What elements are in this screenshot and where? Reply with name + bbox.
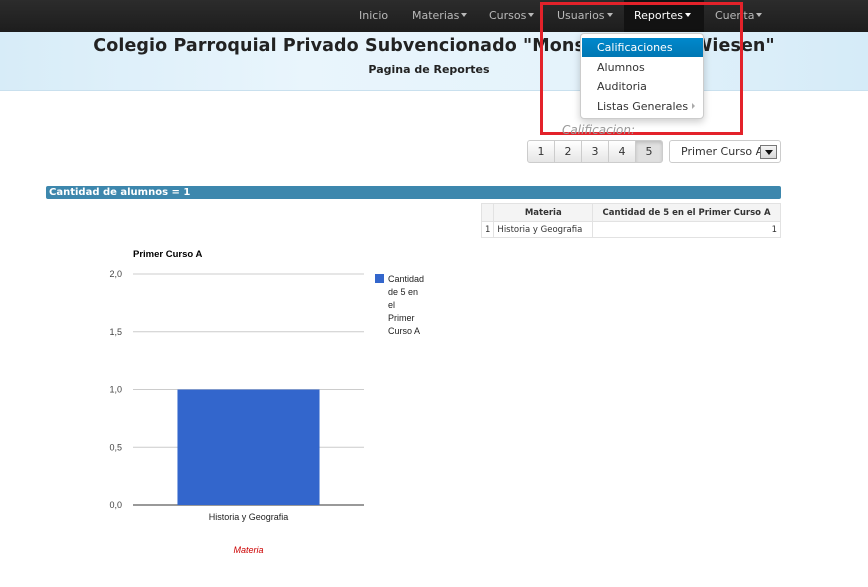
bar [177,389,320,505]
row-cantidad: 1 [592,221,781,238]
column-header-materia: Materia [493,203,594,222]
grade-button-3[interactable]: 3 [581,140,609,163]
x-axis-label: Materia [233,545,263,555]
chart-svg: Primer Curso A 0,0 0,5 1,0 1,5 2,0 Historia y … [109,249,424,555]
chevron-down-icon [684,13,691,17]
legend-label: Cantidad [388,274,424,284]
table-row: 1 Historia y Geografia 1 [480,221,781,238]
nav-materias[interactable]: Materias [402,0,477,32]
y-tick-label: 0,0 [109,500,122,510]
chevron-down-icon [756,13,763,17]
column-header-index [480,203,495,222]
y-tick-label: 0,5 [109,442,122,452]
nav-usuarios[interactable]: Usuarios [547,0,623,32]
nav-cuenta[interactable]: Cuenta [705,0,772,32]
y-tick-label: 1,5 [109,327,122,337]
course-select[interactable]: Primer Curso A [669,140,781,163]
school-title: Colegio Parroquial Privado Subvencionado… [0,36,868,56]
menu-item-auditoria[interactable]: Auditoria [582,77,703,96]
menu-item-calificaciones[interactable]: Calificaciones [582,38,703,57]
school-title-end: Wiesen" [692,36,775,56]
results-table: Materia Cantidad de 5 en el Primer Curso… [480,203,781,238]
y-tick-label: 2,0 [109,269,122,279]
menu-item-alumnos[interactable]: Alumnos [582,58,703,77]
chevron-down-icon [528,13,535,17]
chart-title: Primer Curso A [133,249,202,260]
chevron-right-icon [692,103,695,109]
nav-cursos-label: Cursos [489,9,527,22]
course-select-value: Primer Curso A [681,145,764,158]
chevron-down-icon [606,13,613,17]
nav-materias-label: Materias [412,9,460,22]
legend-label: el [388,300,395,310]
grade-button-5[interactable]: 5 [635,140,663,163]
menu-item-label: Auditoria [597,80,647,93]
chevron-down-icon[interactable] [760,145,777,159]
nav-reportes[interactable]: Reportes [624,0,704,32]
reportes-dropdown-menu: Calificaciones Alumnos Auditoria Listas … [580,33,704,119]
nav-cuenta-label: Cuenta [715,9,755,22]
calificacion-label: Calificacion: [562,123,636,137]
nav-inicio-label: Inicio [359,9,389,22]
table-header-row: Materia Cantidad de 5 en el Primer Curso… [480,203,781,222]
grade-button-2[interactable]: 2 [554,140,582,163]
school-title-start: Colegio Parroquial Privado Subvencionado… [93,36,585,56]
grade-button-4[interactable]: 4 [608,140,636,163]
column-header-cantidad: Cantidad de 5 en el Primer Curso A [592,203,781,222]
y-tick-label: 1,0 [109,385,122,395]
x-tick-label: Historia y Geografia [209,512,289,522]
chevron-down-icon [461,13,468,17]
menu-item-label: Calificaciones [597,41,673,54]
bar-chart: Primer Curso A 0,0 0,5 1,0 1,5 2,0 Historia y … [100,244,470,564]
legend-label: de 5 en [388,287,418,297]
nav-cursos[interactable]: Cursos [479,0,544,32]
menu-item-listas-generales[interactable]: Listas Generales [582,97,703,116]
nav-reportes-label: Reportes [634,9,683,22]
top-navbar: Inicio Materias Cursos Usuarios Reportes… [0,0,868,32]
page-subtitle: Pagina de Reportes [368,63,490,76]
student-count-bar: Cantidad de alumnos = 1 [46,186,781,199]
row-materia: Historia y Geografia [493,221,594,238]
menu-item-label: Listas Generales [597,100,689,113]
page-header: Colegio Parroquial Privado Subvencionado… [0,32,868,91]
nav-inicio[interactable]: Inicio [349,0,398,32]
nav-usuarios-label: Usuarios [557,9,605,22]
row-index: 1 [480,221,495,238]
legend-swatch [375,274,384,283]
legend-label: Curso A [388,326,420,336]
legend-label: Primer [388,313,415,323]
grade-selector: 1 2 3 4 5 [527,140,663,163]
grade-button-1[interactable]: 1 [527,140,555,163]
menu-item-label: Alumnos [597,61,645,74]
